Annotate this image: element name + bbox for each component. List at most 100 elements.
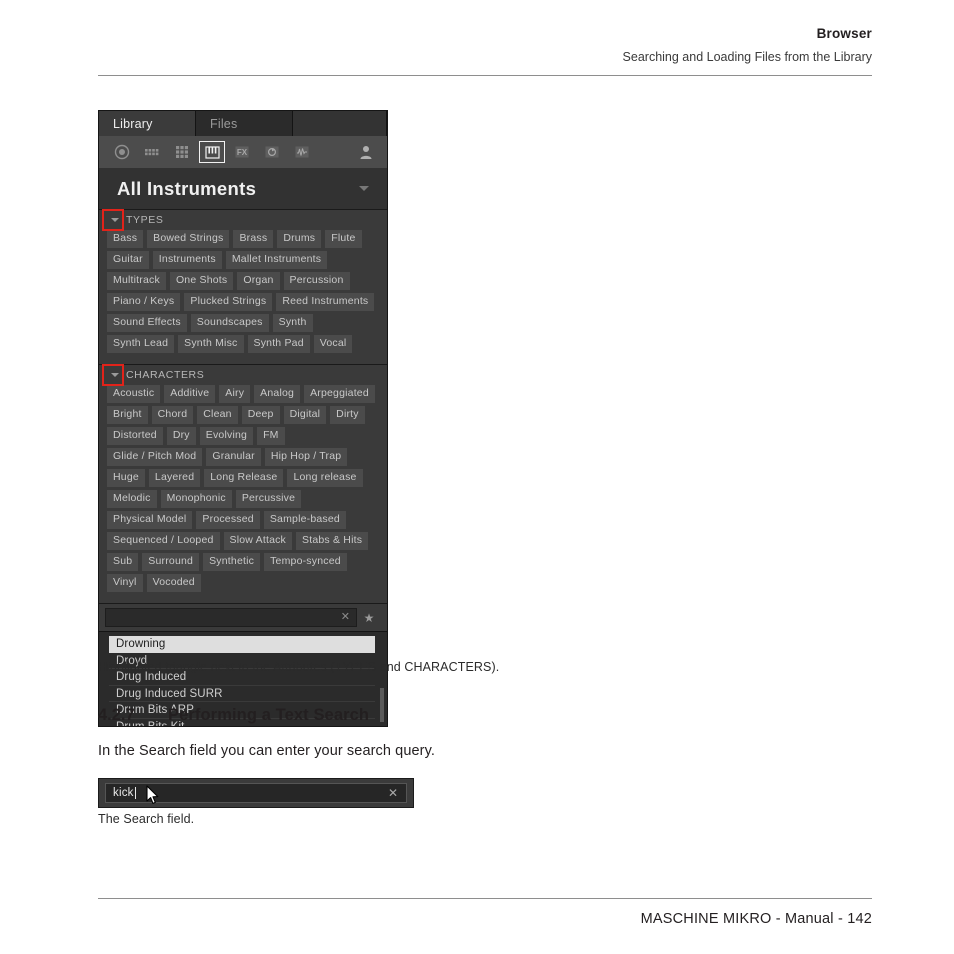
types-chip-row: Bass Bowed Strings Brass Drums Flute xyxy=(107,230,379,248)
characters-chip[interactable]: Huge xyxy=(107,469,145,487)
user-content-icon[interactable] xyxy=(355,141,377,163)
types-chip[interactable]: Mallet Instruments xyxy=(225,251,328,269)
characters-chip[interactable]: Vinyl xyxy=(107,574,143,592)
types-chip[interactable]: Flute xyxy=(325,230,362,248)
tab-files-label: Files xyxy=(210,116,238,131)
types-chip[interactable]: Organ xyxy=(237,272,280,290)
types-chip[interactable]: Brass xyxy=(233,230,274,248)
characters-chip[interactable]: Sub xyxy=(107,553,139,571)
characters-chip-list: Acoustic Additive Airy Analog Arpeggiate… xyxy=(99,385,387,592)
types-chip[interactable]: Bowed Strings xyxy=(147,230,230,248)
types-header[interactable]: TYPES xyxy=(99,209,387,231)
characters-chip[interactable]: Chord xyxy=(151,406,194,424)
figure1-caption: Highlighted triangle next to the Attribu… xyxy=(98,660,500,674)
types-chip[interactable]: Drums xyxy=(277,230,322,248)
types-chip[interactable]: Vocal xyxy=(313,335,353,353)
characters-chip[interactable]: Acoustic xyxy=(107,385,161,403)
footer-text: MASCHINE MIKRO - Manual - 142 xyxy=(640,911,872,927)
characters-chip[interactable]: Arpeggiated xyxy=(304,385,375,403)
characters-chip[interactable]: Monophonic xyxy=(160,490,232,508)
all-products-icon[interactable] xyxy=(109,141,135,163)
characters-chip[interactable]: Melodic xyxy=(107,490,157,508)
characters-chip[interactable]: Digital xyxy=(283,406,327,424)
characters-chip[interactable]: Long release xyxy=(287,469,363,487)
browser-panel-figure: Library Files FX All Instruments TYPES B… xyxy=(98,110,388,727)
characters-chip[interactable]: Distorted xyxy=(107,427,163,445)
close-icon[interactable]: ✕ xyxy=(341,612,350,623)
types-chip[interactable]: Synth Lead xyxy=(107,335,175,353)
search-input-value: kick xyxy=(113,787,134,799)
characters-chip[interactable]: Evolving xyxy=(199,427,254,445)
characters-chip-row: Melodic Monophonic Percussive xyxy=(107,490,379,508)
product-selector[interactable]: All Instruments xyxy=(99,168,387,210)
types-chip[interactable]: Instruments xyxy=(152,251,222,269)
types-triangle-down-icon[interactable] xyxy=(107,212,123,228)
characters-chip-row: Sequenced / Looped Slow Attack Stabs & H… xyxy=(107,532,379,550)
characters-chip[interactable]: Layered xyxy=(148,469,201,487)
characters-chip[interactable]: Processed xyxy=(196,511,260,529)
types-chip-row: Multitrack One Shots Organ Percussion xyxy=(107,272,379,290)
characters-chip[interactable]: Sequenced / Looped xyxy=(107,532,220,550)
types-chip[interactable]: Piano / Keys xyxy=(107,293,181,311)
pad-grid-icon[interactable] xyxy=(169,141,195,163)
drumkit-grid-icon[interactable] xyxy=(139,141,165,163)
types-chip[interactable]: Percussion xyxy=(283,272,350,290)
characters-triangle-down-icon[interactable] xyxy=(107,367,123,383)
types-chip[interactable]: Synth Misc xyxy=(178,335,244,353)
header-subtitle: Searching and Loading Files from the Lib… xyxy=(622,50,872,64)
types-chip[interactable]: Synth Pad xyxy=(247,335,310,353)
characters-chip[interactable]: Percussive xyxy=(235,490,302,508)
characters-chip[interactable]: Tempo-synced xyxy=(264,553,347,571)
waveform-icon[interactable] xyxy=(289,141,315,163)
close-icon[interactable]: ✕ xyxy=(388,786,398,800)
characters-chip[interactable]: Additive xyxy=(164,385,216,403)
types-chip[interactable]: Soundscapes xyxy=(190,314,269,332)
characters-chip[interactable]: Surround xyxy=(142,553,200,571)
list-item[interactable]: Drowning xyxy=(109,636,375,653)
svg-text:FX: FX xyxy=(237,148,248,157)
types-chip-row: Sound Effects Soundscapes Synth xyxy=(107,314,379,332)
footer-divider xyxy=(98,898,872,899)
types-chip[interactable]: Synth xyxy=(272,314,313,332)
characters-chip[interactable]: Analog xyxy=(254,385,301,403)
piano-keys-icon[interactable] xyxy=(199,141,225,163)
star-icon[interactable]: ★ xyxy=(357,611,381,625)
browser-search-input[interactable]: ✕ xyxy=(105,608,357,627)
loop-icon[interactable] xyxy=(259,141,285,163)
characters-chip[interactable]: Slow Attack xyxy=(223,532,293,550)
characters-chip[interactable]: Long Release xyxy=(204,469,284,487)
characters-chip[interactable]: Airy xyxy=(219,385,251,403)
tab-files[interactable]: Files xyxy=(196,111,293,136)
characters-chip[interactable]: Synthetic xyxy=(203,553,261,571)
types-chip[interactable]: One Shots xyxy=(169,272,234,290)
characters-chip[interactable]: Hip Hop / Trap xyxy=(264,448,348,466)
types-chip[interactable]: Multitrack xyxy=(107,272,166,290)
characters-chip[interactable]: Bright xyxy=(107,406,148,424)
types-chip[interactable]: Bass xyxy=(107,230,144,248)
tab-library[interactable]: Library xyxy=(99,111,196,136)
fx-icon[interactable]: FX xyxy=(229,141,255,163)
characters-chip[interactable]: Vocoded xyxy=(146,574,201,592)
characters-chip-row: Bright Chord Clean Deep Digital Dirty xyxy=(107,406,379,424)
characters-section: CHARACTERS Acoustic Additive Airy Analog… xyxy=(99,364,387,604)
list-item[interactable]: Drug Induced SURR xyxy=(109,686,375,702)
characters-chip[interactable]: Granular xyxy=(206,448,261,466)
search-input[interactable]: kick ✕ xyxy=(105,783,407,803)
characters-chip[interactable]: Dry xyxy=(166,427,196,445)
characters-chip[interactable]: Clean xyxy=(197,406,238,424)
characters-chip[interactable]: Physical Model xyxy=(107,511,193,529)
types-chip[interactable]: Reed Instruments xyxy=(276,293,375,311)
types-section: TYPES Bass Bowed Strings Brass Drums Flu… xyxy=(99,209,387,365)
characters-chip[interactable]: Sample-based xyxy=(263,511,346,529)
types-chip[interactable]: Sound Effects xyxy=(107,314,187,332)
types-chip[interactable]: Plucked Strings xyxy=(184,293,273,311)
types-title: TYPES xyxy=(126,214,164,226)
types-chip[interactable]: Guitar xyxy=(107,251,149,269)
characters-header[interactable]: CHARACTERS xyxy=(99,364,387,386)
characters-chip[interactable]: Stabs & Hits xyxy=(296,532,369,550)
characters-chip[interactable]: Dirty xyxy=(330,406,365,424)
characters-chip[interactable]: Glide / Pitch Mod xyxy=(107,448,203,466)
characters-chip[interactable]: Deep xyxy=(241,406,280,424)
section-body-text: In the Search field you can enter your s… xyxy=(98,743,436,759)
characters-chip[interactable]: FM xyxy=(257,427,285,445)
